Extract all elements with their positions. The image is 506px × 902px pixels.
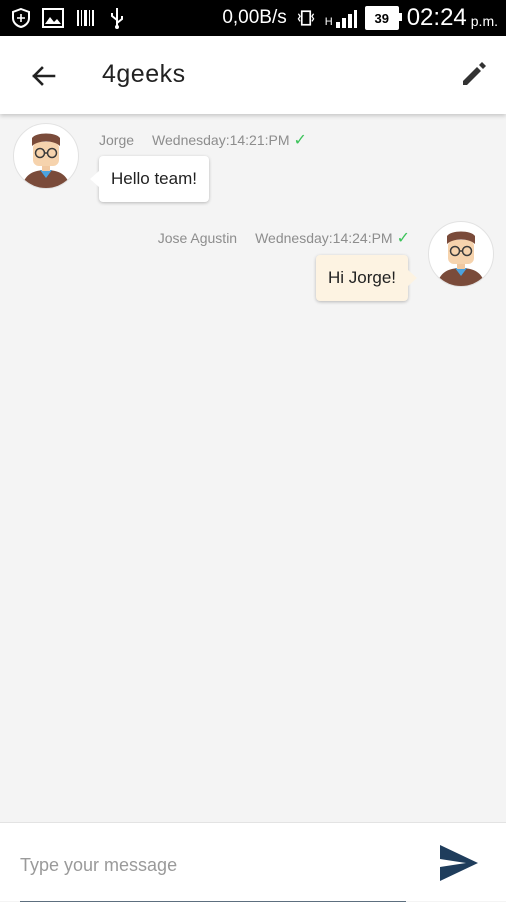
message-timestamp: Wednesday:14:24:PM: [255, 230, 393, 246]
network-type: H: [324, 16, 333, 28]
message-timestamp: Wednesday:14:21:PM: [152, 132, 290, 148]
send-button[interactable]: [438, 843, 480, 883]
signal-icon: H: [325, 8, 357, 28]
chat-title: 4geeks: [102, 60, 186, 88]
back-button[interactable]: [28, 60, 60, 92]
pencil-icon: [463, 62, 486, 85]
barcode-notification-icon: [74, 7, 96, 29]
clock: 02:24: [406, 4, 467, 31]
message-list: Jorge Wednesday:14:21:PM ✓ Hello team! J…: [0, 114, 506, 820]
man-avatar-icon: [437, 231, 485, 286]
clock-ampm: p.m.: [470, 13, 498, 29]
battery-level: 39: [374, 10, 389, 26]
arrow-back-icon: [32, 66, 56, 86]
composer-bar: [0, 822, 506, 902]
sender-avatar[interactable]: [428, 221, 494, 287]
sender-name: Jorge: [99, 132, 135, 148]
checkmark-icon: ✓: [396, 230, 410, 247]
message-input[interactable]: [20, 839, 406, 902]
sender-avatar[interactable]: [13, 123, 79, 189]
app-bar: 4geeks: [0, 36, 506, 114]
network-speed: 0,00B/s: [222, 7, 287, 28]
shield-notification-icon: [10, 7, 32, 29]
image-notification-icon: [42, 7, 64, 29]
checkmark-icon: ✓: [293, 132, 307, 149]
message-meta: Jorge Wednesday:14:21:PM ✓: [99, 130, 307, 150]
battery-icon: 39: [364, 6, 402, 30]
sender-name: Jose Agustin: [157, 230, 238, 246]
vibrate-icon: [295, 7, 317, 29]
usb-icon: [106, 7, 128, 29]
edit-button[interactable]: [458, 58, 490, 90]
status-bar: 0,00B/s H 39 02:24 p.m.: [0, 0, 506, 36]
message-bubble[interactable]: Hello team!: [90, 156, 209, 202]
message-meta: Jose Agustin Wednesday:14:24:PM ✓: [158, 228, 410, 248]
message-bubble[interactable]: Hi Jorge!: [315, 255, 418, 301]
send-icon: [440, 845, 478, 881]
man-avatar-icon: [22, 133, 70, 188]
